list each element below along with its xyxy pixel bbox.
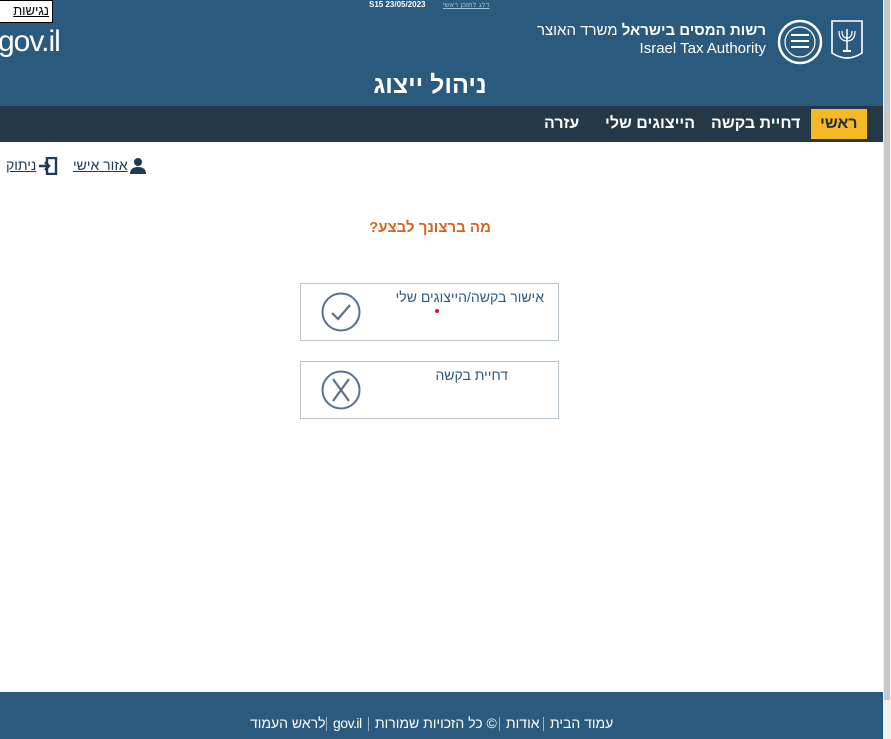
version-label: S15 23/05/2023 [369, 0, 426, 9]
authority-name-hebrew: רשות המסים בישראל משרד האוצר [537, 22, 766, 39]
page-title: ניהול ייצוג [373, 71, 487, 99]
logout-icon [39, 157, 58, 175]
tab-my-representations[interactable]: הייצוגים שלי [596, 109, 704, 139]
x-circle-icon [321, 370, 361, 410]
skip-to-content-link[interactable]: דלג לתוכן ראשי [443, 1, 489, 9]
tab-home[interactable]: ראשי [811, 109, 867, 139]
govil-logo[interactable]: gov.il [0, 25, 61, 59]
footer-divider [368, 717, 369, 731]
check-circle-icon [321, 292, 361, 332]
footer-divider [543, 717, 544, 731]
logout-link[interactable]: ניתוק [6, 157, 58, 175]
approve-request-label: אישור בקשה/הייצוגים שלי [395, 289, 544, 305]
authority-name-english: Israel Tax Authority [639, 40, 766, 57]
footer-divider [499, 717, 500, 731]
footer-govil-logo[interactable]: gov.il [333, 715, 362, 731]
state-emblem-icon [831, 20, 863, 59]
accessibility-button[interactable]: נגישות [0, 0, 53, 23]
tax-authority-logo-icon[interactable] [776, 19, 824, 65]
personal-area-link[interactable]: אזור אישי [73, 157, 146, 174]
accessibility-label: נגישות [13, 3, 49, 18]
action-question: מה ברצונך לבצע? [369, 219, 491, 236]
main-nav: ראשי דחיית בקשה הייצוגים שלי עזרה [0, 106, 883, 142]
authority-name-bold: רשות המסים בישראל [621, 22, 766, 39]
user-icon [130, 158, 146, 174]
footer-rights-text: © כל הזכויות שמורות [375, 715, 497, 731]
personal-area-label: אזור אישי [73, 157, 128, 173]
red-dot-marker [435, 309, 439, 313]
reject-request-label: דחיית בקשה [435, 367, 508, 383]
logout-label: ניתוק [6, 157, 37, 173]
tab-help[interactable]: עזרה [535, 109, 588, 139]
ministry-name: משרד האוצר [536, 22, 622, 39]
scrollbar-thumb[interactable] [884, 0, 890, 700]
footer-back-to-top-link[interactable]: לראש העמוד [250, 715, 326, 731]
approve-request-option[interactable]: אישור בקשה/הייצוגים שלי [300, 283, 559, 341]
tab-reject-request[interactable]: דחיית בקשה [702, 109, 809, 139]
reject-request-option[interactable]: דחיית בקשה [300, 361, 559, 419]
footer-home-link[interactable]: עמוד הבית [550, 715, 613, 731]
footer-divider [326, 717, 327, 731]
site-footer: עמוד הבית אודות © כל הזכויות שמורות gov.… [0, 692, 883, 739]
site-header: דלג לתוכן ראשי S15 23/05/2023 נגישות gov… [0, 0, 883, 106]
footer-about-link[interactable]: אודות [506, 715, 540, 731]
